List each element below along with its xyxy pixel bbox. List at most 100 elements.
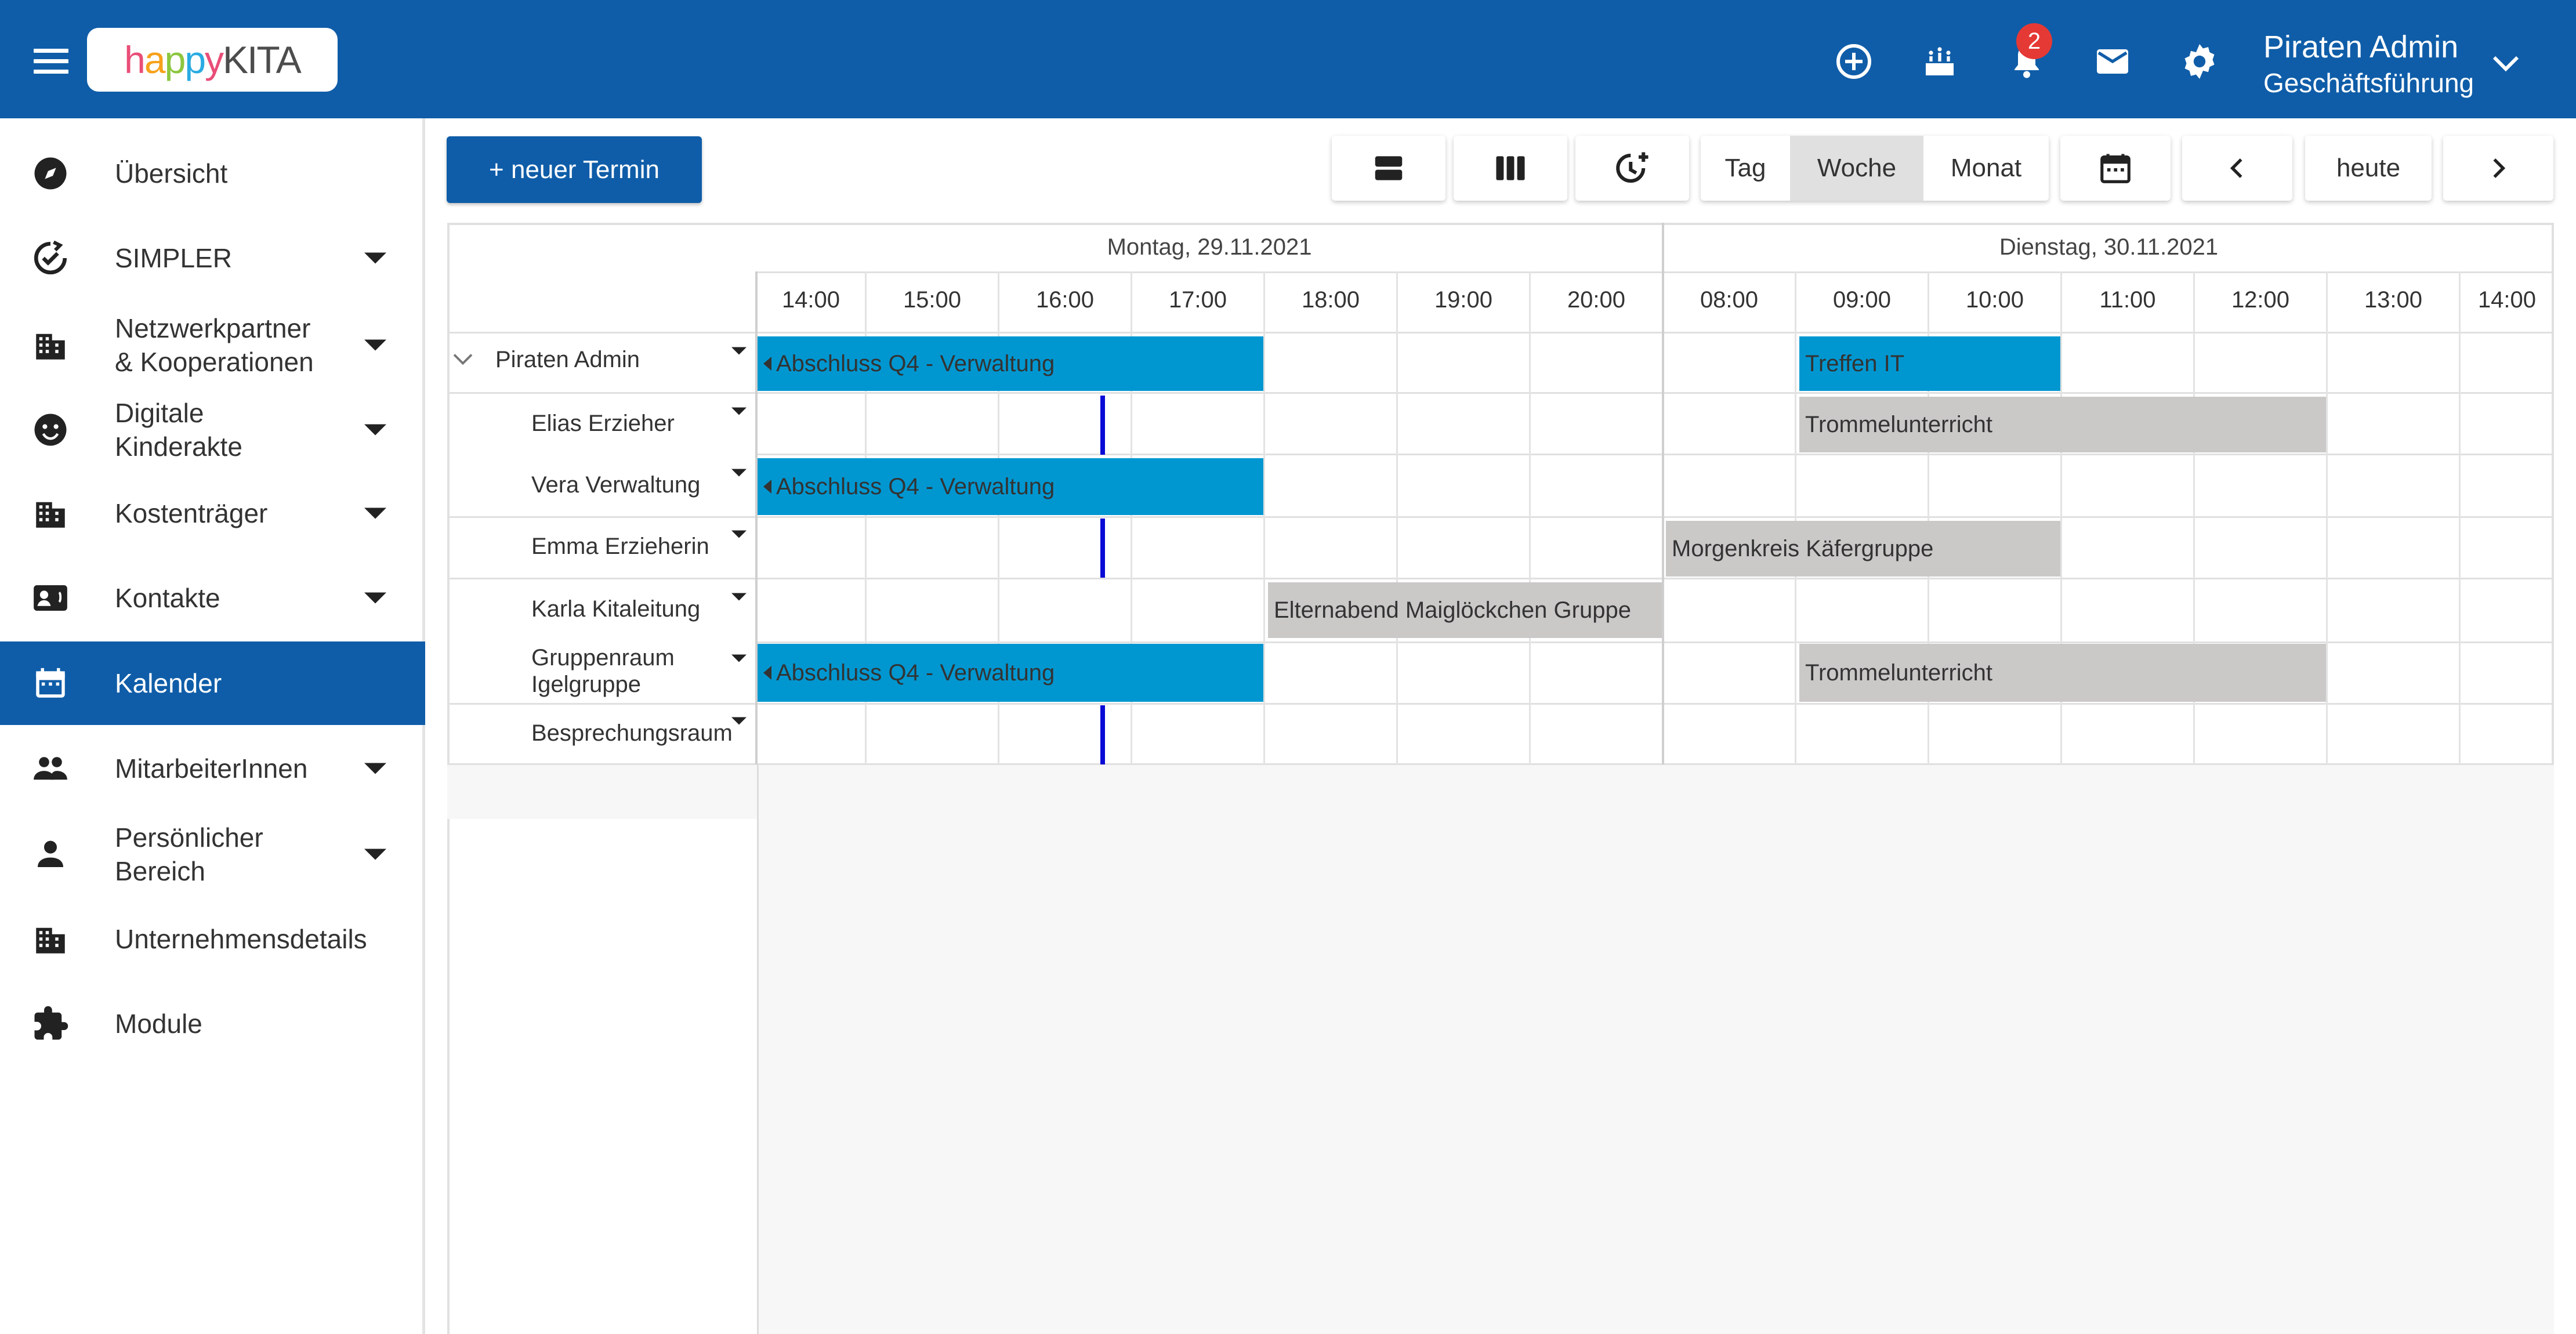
caret-down-icon[interactable]	[731, 654, 747, 662]
caret-down-icon	[364, 849, 386, 860]
event-title: Elternabend Maiglöckchen Gruppe	[1274, 597, 1631, 623]
logo-letter: h	[124, 38, 146, 81]
sidebar-item-label: Digitale	[115, 398, 204, 428]
sidebar-item-unternehmensdetails[interactable]: Unternehmensdetails	[0, 907, 425, 971]
time-slot-label: 14:00	[2477, 287, 2537, 313]
date-picker-button[interactable]	[2060, 136, 2171, 201]
compass-icon	[30, 153, 71, 194]
person-icon	[30, 834, 71, 875]
logo-letter: y	[205, 38, 224, 81]
calendar-event[interactable]: Treffen IT	[1799, 336, 2060, 391]
user-name[interactable]: Piraten Admin	[2263, 29, 2458, 65]
sidebar-item-kontakte[interactable]: Kontakte	[0, 566, 425, 630]
sidebar-item-label: Netzwerkpartner	[115, 313, 311, 343]
building-icon	[30, 919, 71, 959]
event-title: Abschluss Q4 - Verwaltung	[776, 659, 1055, 686]
logo-letter: p	[184, 38, 206, 81]
day-header: Montag, 29.11.2021	[1107, 234, 1312, 260]
logo-letter: p	[164, 38, 186, 81]
sidebar-item-label: Bereich	[115, 856, 205, 886]
caret-down-icon	[364, 424, 386, 436]
view-woche-button[interactable]: Woche	[1790, 136, 1923, 201]
collapse-group-icon[interactable]	[452, 353, 473, 365]
caret-down-icon[interactable]	[731, 593, 747, 601]
row-divider	[757, 641, 2554, 643]
sidebar-item-mitarbeiterinnen[interactable]: MitarbeiterInnen	[0, 737, 425, 800]
sidebar	[0, 118, 425, 1334]
logo-letter: a	[144, 38, 166, 81]
birthday-cake-icon[interactable]	[1919, 41, 1961, 82]
time-slot-label: 19:00	[1434, 287, 1493, 313]
row-divider	[447, 516, 2554, 518]
add-circle-icon[interactable]	[1833, 41, 1875, 82]
sidebar-item-label: Übersicht	[115, 158, 228, 188]
smiley-icon	[30, 409, 71, 450]
columns-view-button[interactable]	[1454, 136, 1567, 201]
caret-down-icon	[364, 339, 386, 351]
current-time-indicator	[1100, 705, 1105, 764]
event-title: Abschluss Q4 - Verwaltung	[776, 350, 1055, 376]
caret-down-icon[interactable]	[731, 469, 747, 477]
continues-left-icon	[763, 666, 771, 680]
view-monat-button[interactable]: Monat	[1923, 136, 2049, 201]
slot-divider	[1795, 271, 1796, 764]
caret-down-icon[interactable]	[731, 530, 747, 538]
happykita-logo[interactable]: h a p p y KITA	[87, 28, 338, 92]
columns-view-icon	[1496, 156, 1525, 180]
header-divider	[757, 271, 2554, 273]
calendar-picker-icon	[2100, 154, 2131, 183]
view-tag-button[interactable]: Tag	[1701, 136, 1790, 201]
sidebar-item-kostentraeger[interactable]: Kostenträger	[0, 481, 425, 545]
contact-card-icon	[30, 578, 71, 618]
calendar-event[interactable]: Abschluss Q4 - Verwaltung	[758, 458, 1263, 515]
user-role: Geschäftsführung	[2263, 68, 2474, 98]
next-button[interactable]	[2443, 136, 2553, 201]
puzzle-icon	[30, 1003, 71, 1044]
continues-left-icon	[763, 357, 771, 371]
resource-label: Piraten Admin	[495, 347, 640, 372]
chevron-down-icon[interactable]	[2492, 55, 2520, 72]
calendar-event[interactable]: Abschluss Q4 - Verwaltung	[758, 336, 1263, 391]
previous-button[interactable]	[2182, 136, 2292, 201]
time-slot-label: 12:00	[2231, 287, 2290, 313]
calendar-empty-area	[757, 764, 2554, 1334]
building-icon	[30, 493, 71, 534]
time-slot-label: 18:00	[1301, 287, 1360, 313]
new-event-button[interactable]: + neuer Termin	[447, 136, 702, 203]
mail-icon[interactable]	[2092, 41, 2133, 82]
clock-add-icon	[1616, 152, 1649, 183]
sidebar-item-kalender[interactable]: Kalender	[0, 641, 425, 725]
row-divider	[447, 763, 2554, 765]
time-slot-label: 11:00	[2099, 287, 2156, 313]
caret-down-icon[interactable]	[731, 407, 747, 415]
menu-icon[interactable]	[34, 49, 68, 74]
current-time-indicator	[1100, 396, 1105, 455]
calendar-event[interactable]: Elternabend Maiglöckchen Gruppe	[1268, 582, 1662, 638]
clock-add-button[interactable]	[1575, 136, 1689, 201]
sidebar-item-label: Persönlicher	[115, 822, 263, 853]
sidebar-item-uebersicht[interactable]: Übersicht	[0, 142, 425, 205]
gear-icon[interactable]	[2179, 41, 2220, 82]
sidebar-item-module[interactable]: Module	[0, 992, 425, 1056]
rows-view-button[interactable]	[1332, 136, 1445, 201]
chevron-left-icon	[2230, 158, 2242, 178]
today-button[interactable]: heute	[2305, 136, 2432, 201]
sidebar-item-persoenlicher-bereich[interactable]: Persönlicher Bereich	[0, 817, 425, 892]
sidebar-item-simpler[interactable]: SIMPLER	[0, 226, 425, 290]
slot-divider	[1263, 271, 1265, 764]
app-header: h a p p y KITA 2 Piraten Admin Geschäftsführu…	[0, 0, 2576, 118]
sidebar-item-digitale-kinderakte[interactable]: Digitale Kinderakte	[0, 392, 425, 467]
continues-left-icon	[763, 480, 771, 494]
calendar-event[interactable]: Trommelunterricht	[1799, 397, 2326, 452]
event-title: Trommelunterricht	[1805, 659, 1993, 686]
sidebar-item-netzwerkpartner[interactable]: Netzwerkpartner & Kooperationen	[0, 307, 425, 383]
row-divider	[447, 703, 2554, 705]
caret-down-icon[interactable]	[731, 717, 747, 725]
event-title: Morgenkreis Käfergruppe	[1672, 535, 1934, 561]
caret-down-icon[interactable]	[731, 347, 747, 355]
calendar-event[interactable]: Abschluss Q4 - Verwaltung	[758, 644, 1263, 702]
calendar-event[interactable]: Trommelunterricht	[1799, 644, 2326, 702]
calendar-event[interactable]: Morgenkreis Käfergruppe	[1666, 521, 2060, 577]
header-bottom-border	[447, 332, 2554, 334]
time-slot-label: 13:00	[2364, 287, 2423, 313]
